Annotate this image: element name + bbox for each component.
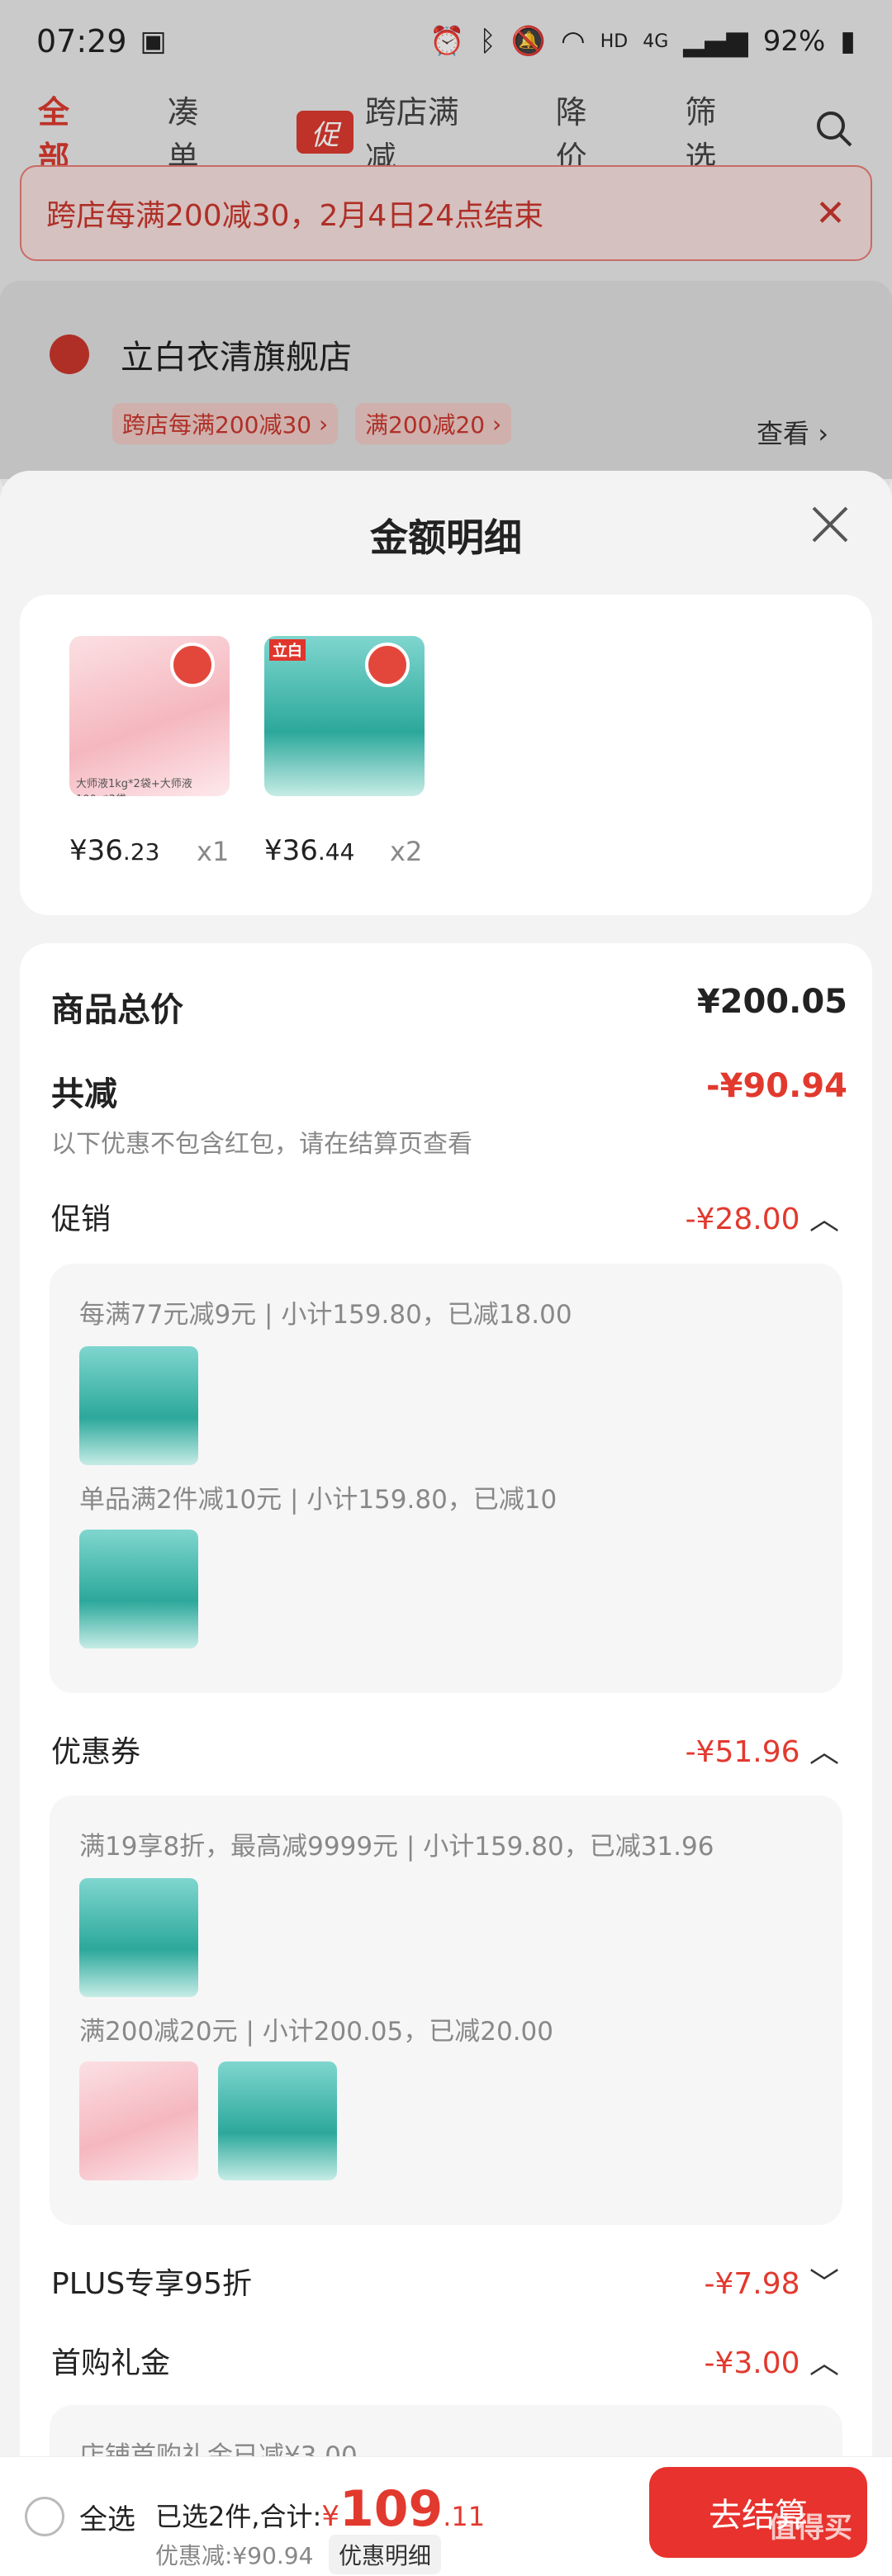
chevron-up-icon: ︿ [809,2346,839,2380]
product-price: ¥36.23 [69,834,159,867]
first-value: -¥3.00 [704,2346,800,2380]
total-label: 商品总价 [51,991,183,1029]
promo-value: -¥28.00 [685,1203,800,1236]
discount-detail-button[interactable]: 优惠明细 [329,2535,442,2574]
check-icon [170,643,215,687]
close-icon[interactable] [805,500,855,549]
select-all-label[interactable]: 全选 [79,2497,135,2537]
product-thumb[interactable]: 立白 [264,636,425,796]
product-mini-thumb [79,1346,198,1465]
promo-detail: 小计159.80，已减10 [306,1485,558,1515]
product-qty: x1 [197,836,230,867]
checkout-bar: 全选 已选2件,合计: ¥ 109 .11 优惠减:¥90.94 优惠明细 去结… [0,2456,892,2576]
coupon-row[interactable]: -¥51.96 ︿ [686,1728,839,1771]
product-qty: x2 [390,836,423,867]
amount-detail-sheet: 金额明细 大师液1kg*2袋+大师液100g*3袋 立白 ¥36.23 x1 ¥… [0,471,892,2576]
promo-detail-box: 每满77元减9元 | 小计159.80，已减18.00 单品满2件减10元 | … [50,1264,842,1693]
total-summary: 已选2件,合计: ¥ 109 .11 [155,2480,485,2538]
coupon-detail-box: 满19享8折，最高减9999元 | 小计159.80，已减31.96 满200减… [50,1796,842,2225]
price-dec: .44 [317,838,355,866]
first-label: 首购礼金 [51,2346,171,2380]
price-int: ¥36 [69,834,123,867]
watermark: 值得买 [768,2512,852,2545]
price-detail-card: 商品总价 ¥200.05 共减 -¥90.94 以下优惠不包含红包，请在结算页查… [20,943,872,2576]
promo-rule: 每满77元减9元 [79,1300,257,1330]
plus-value: -¥7.98 [704,2267,800,2301]
product-thumb[interactable]: 大师液1kg*2袋+大师液100g*3袋 [69,636,230,796]
sheet-title: 金额明细 [370,515,522,560]
discount-value: -¥90.94 [706,1067,847,1105]
brand-logo: 立白 [269,639,306,661]
total-dec: .11 [443,2501,486,2532]
coupon-detail: 小计200.05，已减20.00 [262,2017,553,2047]
promo-detail: 小计159.80，已减18.00 [281,1300,572,1330]
chevron-up-icon: ︿ [809,1203,839,1236]
price-int: ¥36 [264,834,318,867]
first-row[interactable]: -¥3.00 ︿ [704,2339,839,2382]
product-mini-thumb [79,1878,198,1997]
promo-label: 促销 [51,1203,112,1236]
coupon-detail: 小计159.80，已减31.96 [423,1832,714,1862]
coupon-line: 满19享8折，最高减9999元 | 小计159.80，已减31.96 [79,1832,714,1862]
coupon-label: 优惠券 [51,1735,141,1769]
product-summary-card: 大师液1kg*2袋+大师液100g*3袋 立白 ¥36.23 x1 ¥36.44… [20,595,872,915]
coupon-rule: 满200减20元 [79,2017,238,2047]
check-icon [365,643,410,687]
total-value: ¥200.05 [696,983,847,1021]
total-symbol: ¥ [321,2500,339,2533]
product-price: ¥36.44 [264,834,354,867]
product-mini-thumb [79,2061,198,2180]
promo-line: 每满77元减9元 | 小计159.80，已减18.00 [79,1300,572,1330]
product-mini-thumb [79,1530,198,1649]
plus-row[interactable]: -¥7.98 ﹀ [704,2260,839,2303]
chevron-up-icon: ︿ [809,1735,839,1769]
discount-label: 共减 [51,1075,117,1113]
promo-row[interactable]: -¥28.00 ︿ [686,1195,839,1238]
product-caption: 大师液1kg*2袋+大师液100g*3袋 [76,778,192,796]
promo-rule: 单品满2件减10元 [79,1485,282,1515]
saved-text: 优惠减:¥90.94 [155,2542,314,2569]
price-dec: .23 [122,838,160,866]
chevron-down-icon: ﹀ [809,2267,839,2301]
product-mini-thumb [218,2061,337,2180]
total-int: 109 [339,2480,444,2538]
select-all-radio[interactable] [25,2497,64,2536]
promo-line: 单品满2件减10元 | 小计159.80，已减10 [79,1485,558,1515]
coupon-value: -¥51.96 [685,1735,800,1769]
coupon-line: 满200减20元 | 小计200.05，已减20.00 [79,2017,553,2047]
overlay-dim [0,0,892,479]
coupon-rule: 满19享8折，最高减9999元 [79,1832,399,1862]
selected-count: 已选2件,合计: [155,2501,322,2532]
discount-note: 以下优惠不包含红包，请在结算页查看 [51,1130,472,1159]
plus-label: PLUS专享95折 [51,2267,252,2301]
